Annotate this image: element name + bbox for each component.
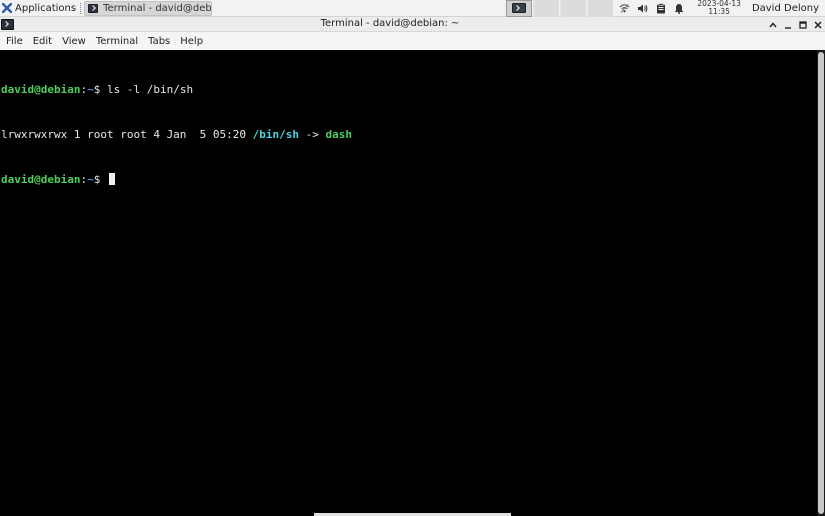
workspace-1[interactable]	[506, 0, 533, 17]
workspace-switcher	[505, 0, 614, 17]
panel-separator	[80, 2, 82, 14]
scrollbar-thumb[interactable]	[818, 52, 824, 514]
xfce-mouse-icon	[2, 3, 12, 13]
clock-time: 11:35	[708, 7, 730, 16]
close-button[interactable]	[814, 20, 822, 30]
volume-icon[interactable]	[637, 3, 648, 14]
menu-help[interactable]: Help	[179, 36, 208, 47]
window-titlebar[interactable]: Terminal - david@debian: ~	[0, 17, 825, 32]
applications-label: Applications	[15, 2, 77, 14]
system-tray: 2023-04-13 11:35 David Delony	[619, 0, 825, 17]
taskbar-button-terminal[interactable]: Terminal - david@debia...	[84, 0, 213, 16]
command-text	[100, 173, 107, 186]
command-text: ls -l /bin/sh	[100, 83, 194, 96]
minimize-button[interactable]	[784, 20, 792, 30]
menubar: File Edit View Terminal Tabs Help	[0, 32, 825, 50]
terminal-window-thumbnail-icon	[512, 3, 527, 13]
menu-edit[interactable]: Edit	[32, 36, 57, 47]
symlink-target: dash	[325, 128, 353, 141]
workspace-3[interactable]	[560, 0, 587, 17]
user-menu-button[interactable]: David Delony	[752, 3, 819, 14]
terminal-output-area[interactable]: david@debian:~$ ls -l /bin/sh lrwxrwxrwx…	[0, 50, 817, 516]
top-panel: Applications Terminal - david@debia... 2…	[0, 0, 825, 17]
prompt-user-host: david@debian	[1, 173, 81, 186]
applications-menu-button[interactable]: Applications	[0, 0, 79, 17]
terminal-line: david@debian:~$ ls -l /bin/sh	[1, 82, 817, 97]
terminal-scrollbar[interactable]	[817, 50, 825, 516]
menu-file[interactable]: File	[5, 36, 28, 47]
terminal-line: lrwxrwxrwx 1 root root 4 Jan 5 05:20 /bi…	[1, 127, 817, 142]
shade-button[interactable]	[769, 20, 777, 30]
menu-view[interactable]: View	[61, 36, 91, 47]
terminal-line: david@debian:~$	[1, 172, 817, 187]
notification-bell-icon[interactable]	[673, 3, 684, 14]
prompt-user-host: david@debian	[1, 83, 81, 96]
window-title: Terminal - david@debian: ~	[320, 18, 460, 29]
text-cursor	[108, 173, 115, 185]
prompt-path: ~	[87, 83, 94, 96]
prompt-path: ~	[87, 173, 94, 186]
output-text: lrwxrwxrwx 1 root root 4 Jan 5 05:20	[1, 128, 253, 141]
window-controls	[769, 17, 822, 32]
menu-tabs[interactable]: Tabs	[147, 36, 175, 47]
menu-terminal[interactable]: Terminal	[95, 36, 143, 47]
taskbar-button-label: Terminal - david@debia...	[103, 2, 212, 14]
workspace-2[interactable]	[533, 0, 560, 17]
symlink-arrow: ->	[299, 128, 326, 141]
workspace-4[interactable]	[587, 0, 614, 17]
symlink-name: /bin/sh	[252, 128, 300, 141]
panel-clock[interactable]: 2023-04-13 11:35	[697, 0, 741, 16]
terminal-icon	[88, 3, 99, 13]
maximize-button[interactable]	[799, 20, 807, 30]
clipboard-icon[interactable]	[655, 2, 666, 14]
network-icon[interactable]	[619, 3, 630, 14]
